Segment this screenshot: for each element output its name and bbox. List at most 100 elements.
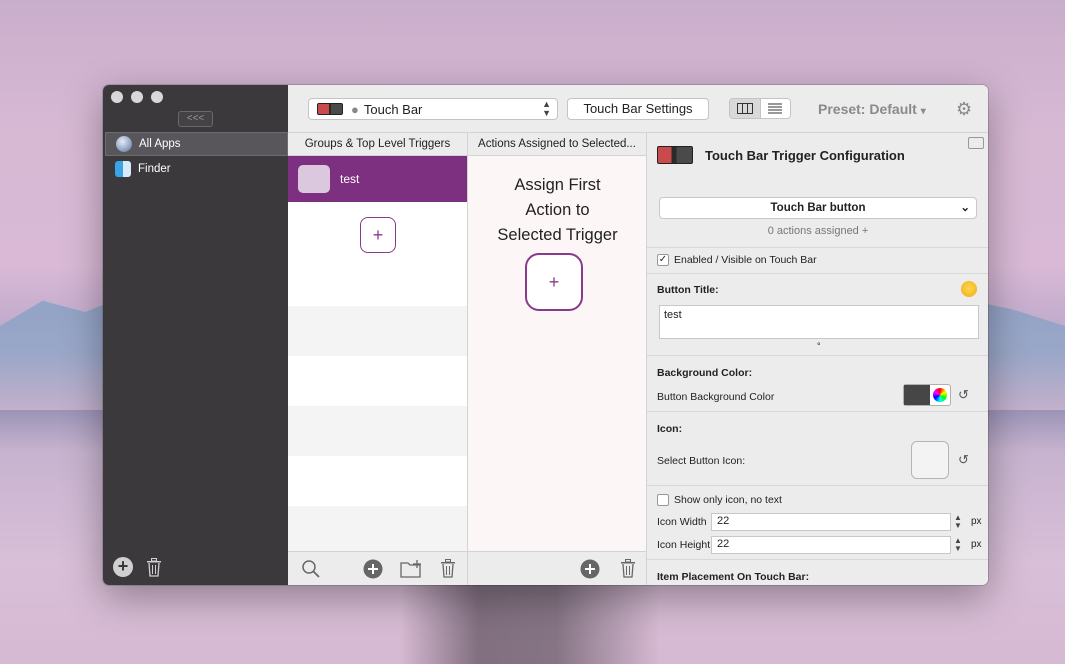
trash-icon [441,559,455,578]
assign-line: Selected Trigger [497,226,618,244]
icon-height-input[interactable]: 22 [711,536,951,554]
select-icon-label: Select Button Icon: [657,455,746,467]
grid-view-button[interactable] [730,99,761,118]
folder-add-icon [400,560,421,578]
icon-label: Icon: [657,423,683,435]
reset-icon-icon[interactable]: ↺ [958,452,969,468]
add-folder-button[interactable] [400,559,424,582]
empty-row [288,406,467,456]
enabled-checkbox[interactable]: ✓ [657,254,669,266]
preset-label: Preset: Default [818,101,917,117]
add-app-button[interactable]: + [113,557,133,577]
icon-height-label: Icon Height [657,539,711,551]
background-color-well[interactable] [903,384,951,406]
close-window-button[interactable] [111,91,123,103]
detach-window-icon[interactable] [968,137,984,149]
sidebar-item-finder[interactable]: Finder [105,157,288,181]
trash-icon [147,557,161,577]
preset-dropdown-icon: ▾ [920,106,926,117]
assign-line: Assign First [514,176,601,194]
icon-section: Icon: Select Button Icon: ↺ [647,411,988,485]
sidebar-item-all-apps[interactable]: All Apps [105,132,288,156]
list-view-button[interactable] [760,99,790,118]
icon-well[interactable] [911,441,949,479]
config-title: Touch Bar Trigger Configuration [705,147,905,163]
app-window: <<< All Apps Finder + ● Touch Bar ▲ ▼ Tou… [103,85,988,585]
collapse-sidebar-button[interactable]: <<< [178,111,213,127]
background-reflection [400,585,660,664]
preset-selector[interactable]: Preset: Default ▾ [818,101,926,117]
touch-bar-icon [657,146,693,164]
gear-icon[interactable]: ⚙ [956,99,972,120]
trigger-type-select[interactable]: Touch Bar button ⌄ [659,197,977,219]
zoom-window-button[interactable] [151,91,163,103]
add-action-footer-button[interactable] [580,559,600,582]
trash-icon [621,559,635,578]
button-title-input[interactable]: test [659,305,979,339]
trigger-row-test[interactable]: test [288,156,467,202]
sidebar-footer: + [113,557,163,577]
search-icon [302,560,320,578]
background-color-label: Background Color: [657,367,753,379]
search-button[interactable] [301,559,321,582]
target-select[interactable]: ● Touch Bar ▲ ▼ [308,98,558,120]
actions-header: Actions Assigned to Selected... [468,133,646,156]
sidebar-item-label: All Apps [139,138,181,150]
icon-height-stepper[interactable]: ▲ ▼ [954,537,962,553]
empty-row [288,306,467,356]
sidebar: <<< All Apps Finder + [103,85,288,585]
assign-action-prompt: Assign First Action to Selected Trigger [468,173,647,248]
button-title-section: Button Title: test ° [647,273,988,355]
globe-icon [116,136,132,152]
groups-footer [288,551,467,585]
delete-trigger-button[interactable] [440,559,456,581]
background-color-section: Background Color: Button Background Colo… [647,355,988,411]
groups-column: Groups & Top Level Triggers test + [288,133,467,585]
button-title-label: Button Title: [657,284,719,296]
icon-width-stepper[interactable]: ▲ ▼ [954,514,962,530]
add-action-button[interactable]: + [525,253,583,311]
view-mode-segmented-control [729,98,791,119]
icon-width-unit: px [971,516,982,527]
placement-label: Item Placement On Touch Bar: [657,571,810,583]
emoji-picker-icon[interactable] [961,281,977,297]
window-controls [111,91,163,103]
add-trigger-button[interactable]: + [360,217,396,253]
sidebar-item-label: Finder [138,163,171,175]
enabled-section: ✓ Enabled / Visible on Touch Bar [647,247,988,273]
color-wheel-icon [933,388,947,402]
background-color-sublabel: Button Background Color [657,391,775,403]
plus-circle-icon [580,559,600,579]
show-only-icon-checkbox[interactable] [657,494,669,506]
actions-footer [468,551,647,585]
target-select-label: Touch Bar [363,101,423,117]
show-only-icon-label: Show only icon, no text [674,494,782,506]
enabled-label: Enabled / Visible on Touch Bar [674,254,817,266]
icon-width-label: Icon Width [657,516,707,528]
color-swatch [904,385,930,405]
trigger-label: test [340,172,360,186]
touch-bar-settings-button[interactable]: Touch Bar Settings [567,98,709,120]
updown-arrows-icon: ▲ ▼ [542,99,551,118]
toolbar: ● Touch Bar ▲ ▼ Touch Bar Settings Preset… [288,85,988,133]
actions-assigned-link[interactable]: 0 actions assigned + [647,225,988,237]
minimize-window-button[interactable] [131,91,143,103]
dot-icon: ● [351,101,359,117]
touch-bar-icon [317,103,343,115]
delete-app-button[interactable] [145,557,163,577]
groups-header: Groups & Top Level Triggers [288,133,467,156]
icon-width-input[interactable]: 22 [711,513,951,531]
trigger-type-value: Touch Bar button [770,202,866,214]
trigger-config-panel: Touch Bar Trigger Configuration Touch Ba… [646,133,988,585]
trigger-color-swatch [298,165,330,193]
config-header: Touch Bar Trigger Configuration [657,146,905,164]
chevron-down-icon: ⌄ [960,202,970,214]
finder-icon [115,161,131,177]
icon-height-unit: px [971,539,982,550]
list-view-icon [768,103,783,114]
placement-section: Item Placement On Touch Bar: [647,559,988,585]
reset-color-icon[interactable]: ↺ [958,387,969,403]
delete-action-button[interactable] [620,559,636,581]
add-trigger-footer-button[interactable] [363,559,383,582]
grid-view-icon [736,103,753,114]
